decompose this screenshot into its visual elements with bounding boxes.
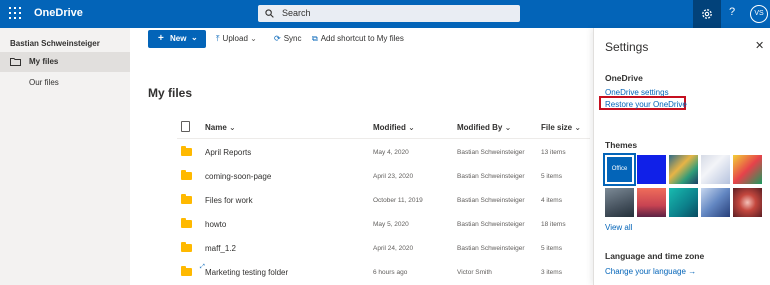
search-icon	[265, 9, 274, 18]
table-row[interactable]: April Reports May 4, 2020 Bastian Schwei…	[148, 141, 590, 165]
file-size: 5 items	[541, 173, 562, 180]
chevron-down-icon: ⌄	[504, 123, 512, 132]
folder-icon	[10, 58, 21, 66]
settings-panel: Settings ✕ OneDrive OneDrive settings Re…	[593, 28, 770, 285]
add-shortcut-label: Add shortcut to My files	[320, 34, 404, 43]
file-size: 4 items	[541, 197, 562, 204]
sync-button[interactable]: ⟳ Sync	[274, 34, 302, 43]
upload-icon: ⤒	[216, 34, 220, 43]
modified-by: Bastian Schweinsteiger	[457, 173, 525, 180]
modified-by: Bastian Schweinsteiger	[457, 221, 525, 228]
restore-onedrive-link[interactable]: Restore your OneDrive	[605, 100, 687, 109]
header-divider	[177, 138, 590, 139]
plus-icon: +	[158, 33, 164, 44]
file-size: 3 items	[541, 269, 562, 276]
folder-icon	[181, 194, 192, 204]
modified-date: October 11, 2019	[373, 197, 423, 204]
nav-item-my-files[interactable]: My files	[0, 52, 130, 72]
folder-icon	[181, 218, 192, 228]
table-row[interactable]: ⤢ Marketing testing folder 6 hours ago V…	[148, 261, 590, 285]
help-button[interactable]: ?	[729, 6, 735, 18]
modified-date: May 5, 2020	[373, 221, 409, 228]
modified-by: Victor Smith	[457, 269, 492, 276]
top-bar: OneDrive Search ? VS	[0, 0, 770, 28]
user-name: Bastian Schweinsteiger	[10, 39, 100, 48]
file-size: 13 items	[541, 149, 566, 156]
modified-date: April 24, 2020	[373, 245, 414, 252]
modified-date: 6 hours ago	[373, 269, 408, 276]
arrow-right-icon: →	[688, 267, 697, 276]
settings-title: Settings	[605, 40, 649, 54]
column-header-file-size[interactable]: File size ⌄	[541, 123, 581, 132]
new-label: New	[170, 34, 187, 43]
add-shortcut-button[interactable]: ⧉ Add shortcut to My files	[312, 34, 404, 44]
file-type-icon[interactable]	[181, 121, 190, 132]
close-icon[interactable]: ✕	[755, 39, 764, 52]
settings-button[interactable]	[693, 0, 721, 28]
theme-silver[interactable]	[701, 155, 730, 184]
sync-label: Sync	[283, 34, 302, 43]
folder-icon	[181, 170, 192, 180]
file-name[interactable]: Marketing testing folder	[205, 268, 288, 277]
table-row[interactable]: howto May 5, 2020 Bastian Schweinsteiger…	[148, 213, 590, 237]
change-language-link[interactable]: Change your language →	[605, 267, 696, 276]
theme-mountain[interactable]	[605, 188, 634, 217]
file-size: 18 items	[541, 221, 566, 228]
shortcut-icon: ⧉	[312, 34, 318, 43]
theme-office[interactable]: Office	[603, 153, 636, 186]
app-name[interactable]: OneDrive	[34, 7, 83, 19]
theme-abstract[interactable]	[701, 188, 730, 217]
table-row[interactable]: Files for work October 11, 2019 Bastian …	[148, 189, 590, 213]
app-launcher-icon[interactable]	[9, 7, 21, 19]
chevron-down-icon: ⌄	[191, 33, 198, 42]
modified-date: April 23, 2020	[373, 173, 414, 180]
language-heading: Language and time zone	[605, 251, 705, 261]
file-name[interactable]: Files for work	[205, 196, 253, 205]
chevron-down-icon: ⌄	[250, 34, 257, 43]
new-button[interactable]: + New ⌄	[148, 30, 206, 48]
chevron-down-icon: ⌄	[229, 123, 236, 132]
view-all-link[interactable]: View all	[605, 223, 632, 232]
left-nav: Bastian Schweinsteiger My files Our file…	[0, 28, 130, 285]
theme-landscape[interactable]	[669, 155, 698, 184]
column-header-modified[interactable]: Modified ⌄	[373, 123, 415, 132]
column-header-modified-by[interactable]: Modified By ⌄	[457, 123, 511, 132]
page-title: My files	[148, 86, 193, 100]
modified-by: Bastian Schweinsteiger	[457, 149, 525, 156]
theme-blue[interactable]	[637, 155, 666, 184]
avatar[interactable]: VS	[750, 5, 768, 23]
nav-item-label: My files	[29, 57, 59, 66]
file-name[interactable]: maff_1.2	[205, 244, 236, 253]
theme-lights[interactable]	[733, 188, 762, 217]
file-size: 5 items	[541, 245, 562, 252]
table-row[interactable]: coming-soon-page April 23, 2020 Bastian …	[148, 165, 590, 189]
folder-icon	[181, 146, 192, 156]
gear-icon	[702, 9, 712, 19]
upload-label: Upload	[222, 34, 248, 43]
search-box[interactable]: Search	[258, 5, 520, 22]
chevron-down-icon: ⌄	[574, 123, 582, 132]
folder-icon	[181, 266, 192, 276]
theme-colorful[interactable]	[733, 155, 762, 184]
column-header-name[interactable]: Name ⌄	[205, 123, 236, 132]
modified-date: May 4, 2020	[373, 149, 409, 156]
theme-sunset[interactable]	[637, 188, 666, 217]
search-placeholder: Search	[282, 8, 311, 18]
onedrive-heading: OneDrive	[605, 73, 643, 83]
modified-by: Bastian Schweinsteiger	[457, 197, 525, 204]
modified-by: Bastian Schweinsteiger	[457, 245, 525, 252]
file-name[interactable]: howto	[205, 220, 226, 229]
folder-icon	[181, 242, 192, 252]
themes-heading: Themes	[605, 140, 638, 150]
file-name[interactable]: April Reports	[205, 148, 251, 157]
upload-button[interactable]: ⤒ Upload ⌄	[216, 34, 257, 44]
nav-item-our-files[interactable]: Our files	[29, 78, 59, 87]
sync-icon: ⟳	[274, 34, 281, 43]
theme-circuit[interactable]	[669, 188, 698, 217]
table-row[interactable]: maff_1.2 April 24, 2020 Bastian Schweins…	[148, 237, 590, 261]
file-name[interactable]: coming-soon-page	[205, 172, 271, 181]
chevron-down-icon: ⌄	[408, 123, 415, 132]
